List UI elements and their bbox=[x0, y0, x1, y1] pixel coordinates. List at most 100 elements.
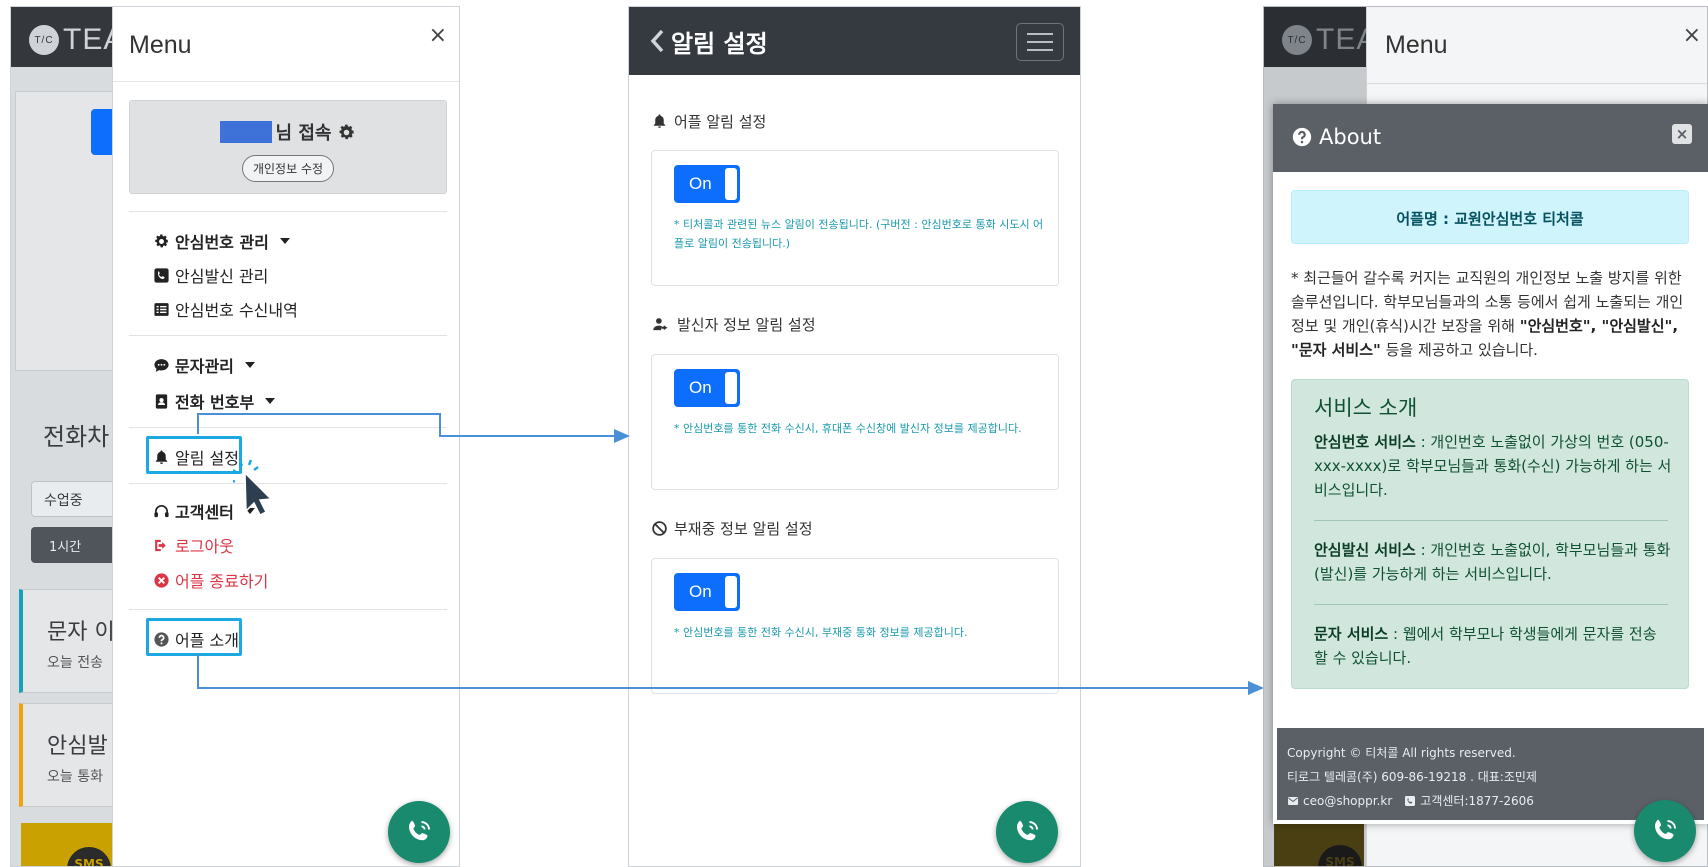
phone-icon bbox=[409, 820, 430, 841]
menu-item-label: 어플 종료하기 bbox=[175, 572, 269, 591]
menu-item-sms[interactable]: 문자관리 bbox=[153, 353, 255, 377]
toggle-label: On bbox=[689, 582, 712, 601]
setting-card: On * 안심번호를 통한 전화 수신시, 부재중 통화 정보를 제공합니다. bbox=[651, 558, 1059, 694]
footer-email[interactable]: ceo@shoppr.kr bbox=[1303, 794, 1392, 808]
toggle-label: On bbox=[689, 174, 712, 193]
info-card-title: 문자 이 bbox=[47, 620, 115, 645]
close-menu-button[interactable]: × bbox=[429, 23, 447, 48]
toggle-label: On bbox=[689, 378, 712, 397]
menu-item-label: 문자관리 bbox=[175, 357, 234, 376]
footer-company: 티로그 텔레콤(주) 609-86-19218 . 대표:조민제 bbox=[1287, 770, 1537, 784]
service-divider bbox=[1314, 604, 1668, 605]
screen-header: 알림 설정 bbox=[629, 7, 1080, 75]
modal-title-text: About bbox=[1319, 125, 1382, 149]
footer-customer-center[interactable]: 고객센터:1877-2606 bbox=[1420, 792, 1534, 809]
edit-profile-button[interactable]: 개인정보 수정 bbox=[241, 155, 335, 182]
ban-icon bbox=[652, 521, 667, 536]
menu-toggle-button[interactable] bbox=[1016, 23, 1064, 61]
modal-title: About bbox=[1291, 125, 1381, 149]
menu-item-label: 안심번호 수신내역 bbox=[175, 301, 298, 320]
setting-card: On * 티처콜과 관련된 뉴스 알림이 전송됩니다. (구버전 : 안심번호로… bbox=[651, 150, 1059, 286]
sms-icon bbox=[154, 358, 169, 372]
sms-badge: SMS bbox=[67, 847, 111, 866]
highlight-about-app bbox=[146, 618, 242, 656]
menu-item-phonebook[interactable]: 전화 번호부 bbox=[153, 389, 276, 413]
menu-divider bbox=[129, 609, 447, 610]
envelope-icon bbox=[1288, 796, 1298, 805]
menu-item-safe-number[interactable]: 안심번호 관리 bbox=[153, 229, 290, 253]
info-card-sub: 오늘 통화 bbox=[47, 769, 103, 785]
call-fab-button[interactable] bbox=[388, 801, 450, 863]
arrow-head bbox=[1248, 681, 1264, 695]
section-title-text: 어플 알림 설정 bbox=[674, 113, 767, 131]
close-modal-button[interactable]: × bbox=[1672, 124, 1692, 144]
footer-contact: ceo@shoppr.kr 고객센터:1877-2606 bbox=[1287, 792, 1534, 809]
service-item: 안심발신 서비스 : 개인번호 노출없이, 학부모님들과 통화(발신)를 가능하… bbox=[1314, 538, 1674, 586]
bell-icon bbox=[653, 114, 666, 128]
menu-item-label: 고객센터 bbox=[175, 503, 234, 522]
redacted-username bbox=[219, 121, 272, 143]
section-title-text: 부재중 정보 알림 설정 bbox=[674, 520, 813, 538]
menu-item-exit-app[interactable]: 어플 종료하기 bbox=[153, 568, 268, 592]
notification-settings-screen: 알림 설정 어플 알림 설정 On * 티처콜과 관련된 뉴스 알림이 전송됩니… bbox=[628, 6, 1081, 867]
info-card-title: 안심발 bbox=[47, 734, 108, 759]
modal-header: About × bbox=[1273, 104, 1708, 172]
menu-item-logout[interactable]: 로그아웃 bbox=[153, 533, 234, 557]
menu-item-receive-history[interactable]: 안심번호 수신내역 bbox=[153, 297, 298, 321]
screen-title: 알림 설정 bbox=[671, 30, 768, 58]
section-title-app-alerts: 어플 알림 설정 bbox=[651, 111, 766, 132]
logo-badge: T/C bbox=[1282, 25, 1312, 55]
phone-icon bbox=[1017, 820, 1038, 841]
list-icon bbox=[154, 302, 169, 316]
menu-divider bbox=[129, 211, 447, 212]
app-alert-toggle[interactable]: On bbox=[674, 165, 740, 203]
menu-title: Menu bbox=[129, 31, 192, 59]
menu-item-safe-dial[interactable]: 안심발신 관리 bbox=[153, 263, 268, 287]
phone-icon bbox=[1655, 819, 1676, 840]
toggle-knob bbox=[725, 168, 737, 200]
menu-title: Menu bbox=[1385, 31, 1448, 59]
service-divider bbox=[1314, 520, 1668, 521]
caret-down-icon bbox=[265, 398, 276, 404]
section-title-text: 발신자 정보 알림 설정 bbox=[677, 316, 816, 334]
toggle-knob bbox=[725, 576, 737, 608]
menu-divider bbox=[1367, 83, 1707, 84]
sms-banner: SMS bbox=[1274, 823, 1364, 866]
section-title-missed-call: 부재중 정보 알림 설정 bbox=[651, 518, 813, 539]
app-name-alert: 어플명 : 교원안심번호 티처콜 bbox=[1291, 190, 1689, 244]
phone-square-icon bbox=[154, 267, 169, 283]
service-item: 안심번호 서비스 : 개인번호 노출없이 가상의 번호 (050-xxx-xxx… bbox=[1314, 430, 1674, 502]
contact-book-icon bbox=[155, 393, 168, 409]
background-section-title: 전화차 bbox=[43, 424, 110, 451]
service-name: 안심발신 서비스 bbox=[1314, 541, 1416, 559]
toggle-knob bbox=[725, 372, 737, 404]
close-menu-button[interactable]: × bbox=[1683, 23, 1701, 48]
phone-square-icon bbox=[1405, 795, 1416, 806]
question-circle-icon bbox=[1292, 127, 1312, 147]
setting-description: * 티처콜과 관련된 뉴스 알림이 전송됩니다. (구버전 : 안심번호로 통화… bbox=[674, 218, 1044, 250]
setting-description: * 안심번호를 통한 전화 수신시, 휴대폰 수신창에 발신자 정보를 제공합니… bbox=[674, 422, 1022, 435]
footer-copyright: Copyright © 티처콜 All rights reserved. bbox=[1287, 746, 1516, 760]
call-fab-button[interactable] bbox=[1634, 800, 1696, 862]
section-title-caller-info: 발신자 정보 알림 설정 bbox=[651, 314, 816, 335]
gear-icon bbox=[155, 233, 169, 247]
service-intro-box: 서비스 소개 안심번호 서비스 : 개인번호 노출없이 가상의 번호 (050-… bbox=[1291, 379, 1689, 689]
click-cursor-icon bbox=[233, 459, 273, 515]
caller-info-toggle[interactable]: On bbox=[674, 369, 740, 407]
about-modal: About × 어플명 : 교원안심번호 티처콜 * 최근들어 갈수록 커지는 … bbox=[1273, 104, 1708, 824]
sms-badge: SMS bbox=[1318, 845, 1362, 866]
user-info-box: 님 접속 개인정보 수정 bbox=[129, 100, 447, 194]
chevron-left-icon[interactable] bbox=[645, 26, 671, 56]
caret-down-icon bbox=[244, 362, 255, 368]
menu-item-label: 전화 번호부 bbox=[175, 393, 255, 412]
menu-header: Menu × bbox=[113, 7, 459, 82]
user-greeting: 님 접속 bbox=[275, 123, 332, 144]
service-name: 안심번호 서비스 bbox=[1314, 433, 1416, 451]
menu-item-label: 로그아웃 bbox=[175, 537, 234, 556]
hamburger-line bbox=[1027, 41, 1053, 43]
menu-divider bbox=[129, 483, 447, 484]
background-time-button: 1시간 bbox=[31, 527, 121, 563]
gear-icon[interactable] bbox=[337, 123, 356, 142]
call-fab-button[interactable] bbox=[996, 801, 1058, 863]
missed-call-toggle[interactable]: On bbox=[674, 573, 740, 611]
